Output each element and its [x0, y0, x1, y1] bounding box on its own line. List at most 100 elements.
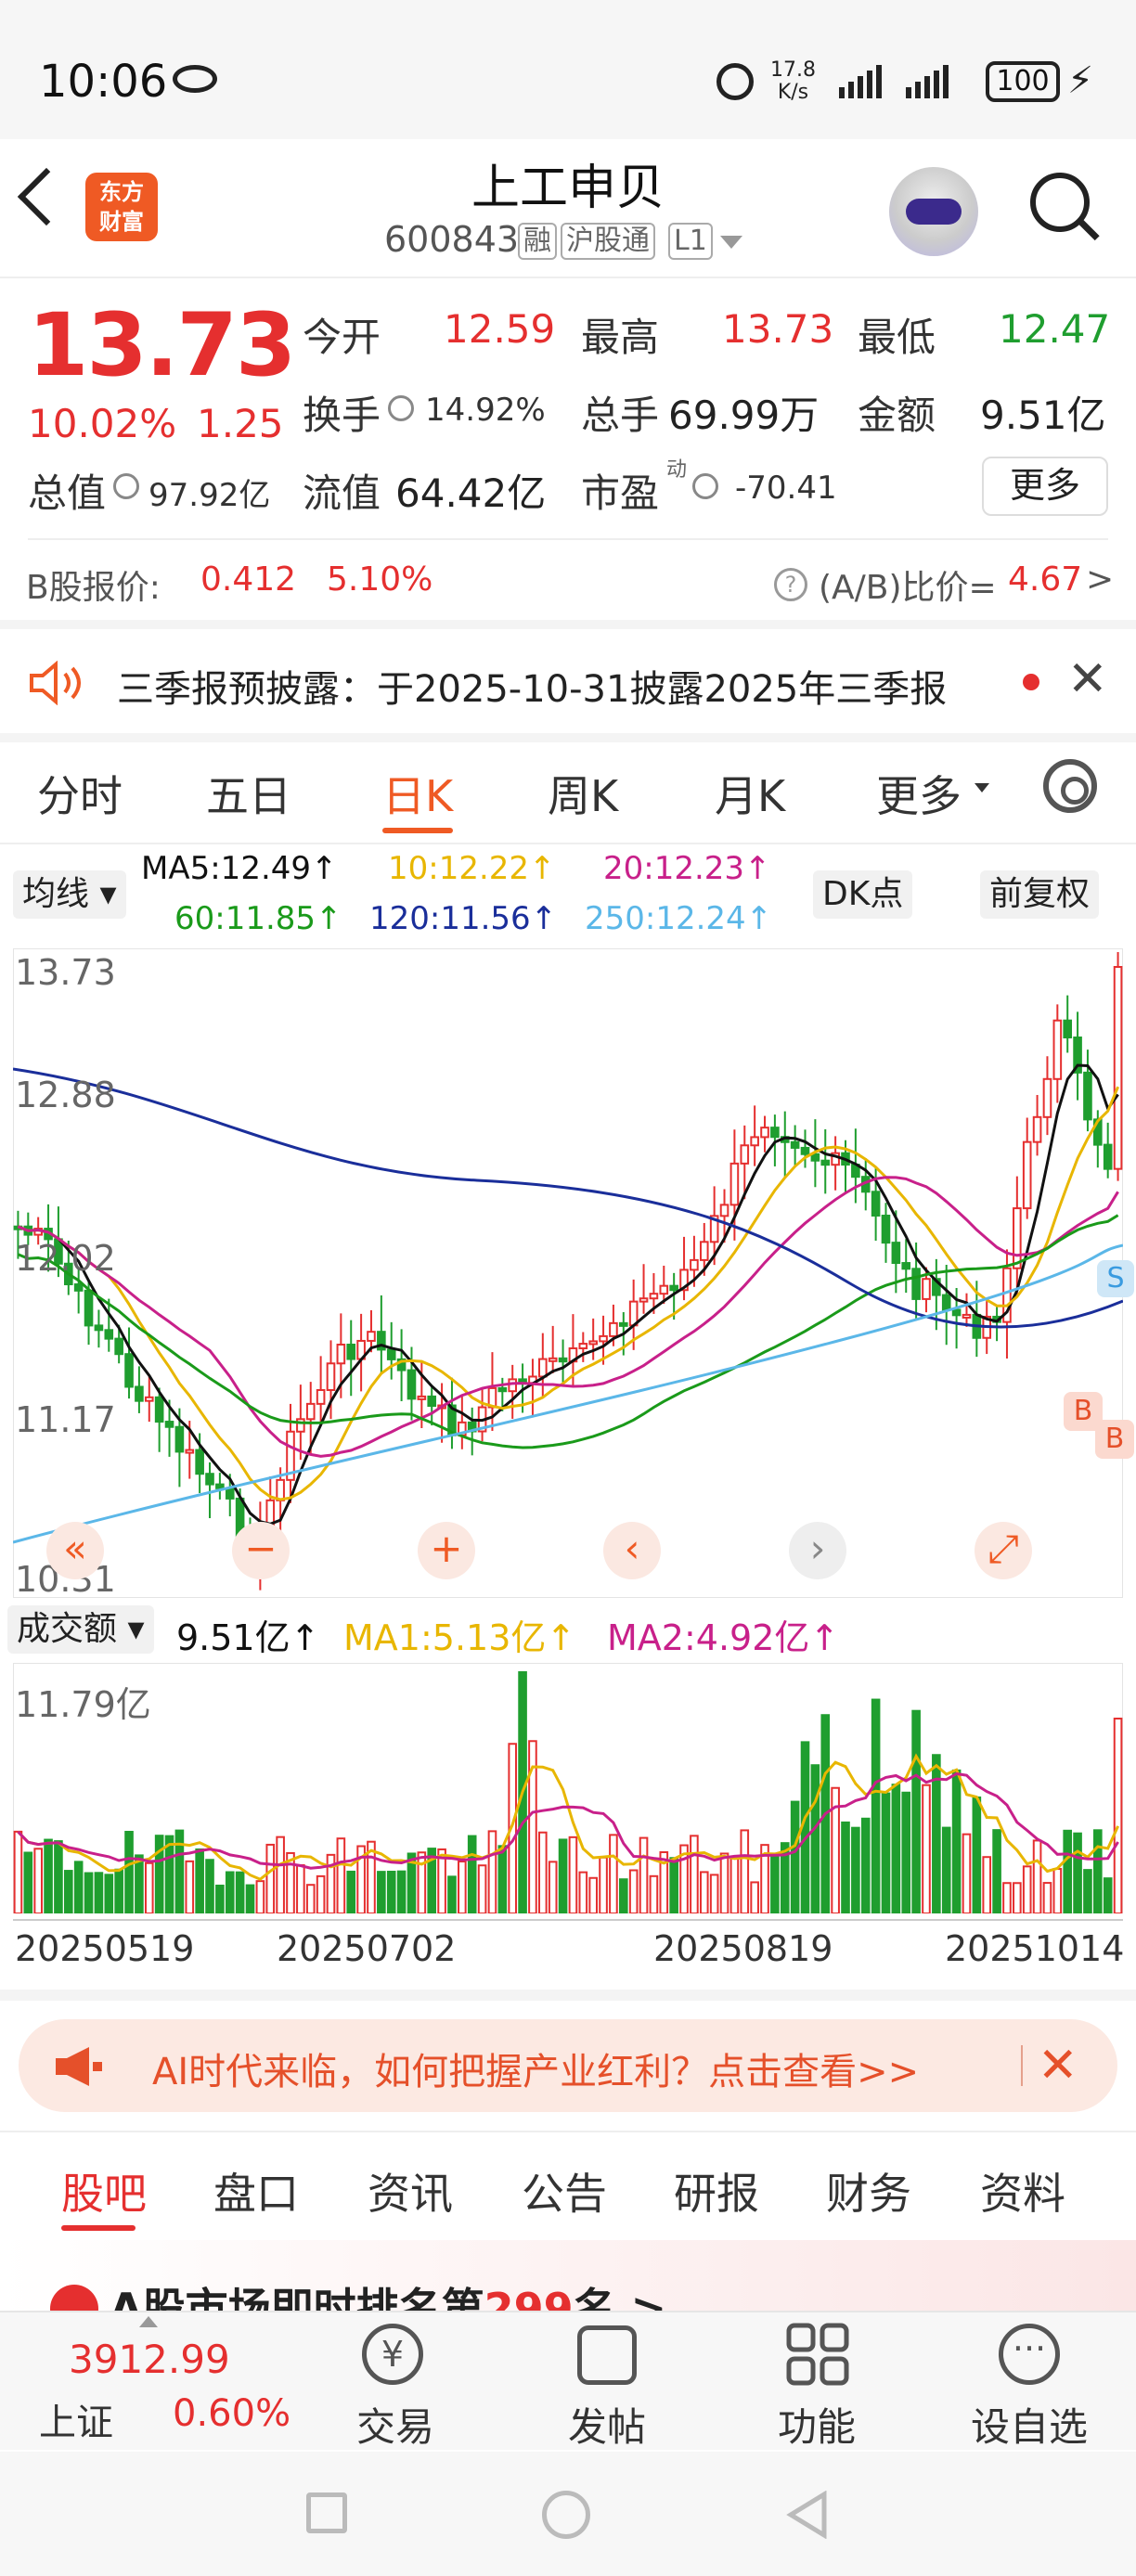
gear-icon[interactable]: [1043, 759, 1097, 813]
scroll-right-button[interactable]: ›: [789, 1522, 846, 1579]
assistant-avatar[interactable]: [889, 167, 978, 256]
open-label: 今开: [303, 315, 381, 360]
adjust-button[interactable]: 前复权: [980, 870, 1100, 919]
index-pct[interactable]: 0.60%: [173, 2392, 290, 2435]
tab-announcements[interactable]: 公告: [522, 2160, 607, 2222]
back-nav-icon[interactable]: [785, 2491, 830, 2539]
pe-value: -70.41: [735, 470, 837, 507]
info-icon[interactable]: [388, 395, 414, 421]
dk-point-button[interactable]: DK点: [813, 870, 913, 919]
edit-icon[interactable]: [577, 2325, 637, 2385]
ma60-value: 60:11.85↑: [174, 900, 342, 937]
nav-add-watchlist[interactable]: 设自选: [971, 2396, 1088, 2453]
pe-dynamic-sup: 动: [666, 458, 688, 482]
candle-body: [740, 1144, 750, 1165]
promo-text[interactable]: AI时代来临，如何把握产业红利？点击查看>>: [152, 2041, 919, 2095]
buy-marker[interactable]: B: [1095, 1420, 1134, 1459]
close-icon[interactable]: ✕: [1038, 2038, 1078, 2093]
volume-ma1: MA1:5.13亿↑: [343, 1617, 576, 1658]
candle-body: [820, 1159, 831, 1166]
sell-marker[interactable]: S: [1097, 1260, 1134, 1297]
candle-body: [94, 1324, 104, 1332]
signal-icon: [839, 65, 949, 98]
volume-bar: [1063, 1829, 1073, 1914]
volume-bar: [185, 1860, 195, 1914]
tab-monthly-k[interactable]: 月K: [715, 763, 785, 824]
caret-up-icon[interactable]: [139, 2316, 158, 2327]
stock-code: 600843: [384, 219, 520, 260]
nav-functions[interactable]: 功能: [778, 2396, 856, 2453]
yen-icon[interactable]: ¥: [362, 2324, 423, 2385]
tab-profile[interactable]: 资料: [980, 2160, 1065, 2222]
volume-bar: [458, 1861, 467, 1915]
volume-bar: [265, 1843, 276, 1914]
tab-news[interactable]: 资讯: [368, 2160, 453, 2222]
tab-5day[interactable]: 五日: [206, 763, 291, 824]
tab-intraday[interactable]: 分时: [37, 763, 123, 824]
volume-label: 总手: [581, 393, 660, 438]
more-quote-button[interactable]: 更多: [982, 457, 1108, 516]
candle-body: [719, 1204, 729, 1217]
tab-forum[interactable]: 股吧: [61, 2160, 147, 2222]
volume-bar: [992, 1829, 1001, 1914]
last-price: 13.73: [28, 295, 296, 396]
notice-text[interactable]: 三季报预披露：于2025-10-31披露2025年三季报: [117, 659, 947, 713]
level-tag: L1: [668, 223, 713, 260]
candle-body: [346, 1343, 356, 1360]
apps-icon[interactable]: [785, 2322, 850, 2387]
kline-chart[interactable]: [13, 948, 1123, 1598]
close-icon[interactable]: ✕: [1067, 651, 1108, 707]
scroll-left-button[interactable]: ‹: [603, 1522, 661, 1579]
dropdown-icon[interactable]: [720, 236, 742, 249]
active-tab-indicator: [61, 2225, 136, 2231]
zoom-out-button[interactable]: −: [232, 1522, 290, 1579]
tab-daily-k[interactable]: 日K: [382, 763, 453, 824]
volume-selector[interactable]: 成交额 ▾: [7, 1605, 154, 1654]
app-logo[interactable]: 东方 财富: [85, 173, 158, 241]
candle-body: [205, 1473, 214, 1486]
volume-bar: [346, 1870, 356, 1914]
info-icon[interactable]: [113, 473, 139, 499]
volume-bar: [1103, 1877, 1113, 1914]
candle-body: [962, 1313, 972, 1319]
index-value[interactable]: 3912.99: [69, 2337, 230, 2382]
fullscreen-button[interactable]: ⤢: [975, 1522, 1032, 1579]
index-name[interactable]: 上证: [39, 2392, 113, 2446]
tab-weekly-k[interactable]: 周K: [548, 763, 618, 824]
volume-bar: [891, 1784, 901, 1914]
volume-chart[interactable]: [12, 1662, 1124, 1915]
divider: [1021, 2045, 1023, 2086]
volume-bar: [750, 1881, 759, 1914]
recents-icon[interactable]: [306, 2492, 347, 2533]
unread-dot: [1023, 674, 1039, 690]
tab-more[interactable]: 更多: [876, 763, 962, 824]
candle-body: [810, 1153, 820, 1162]
info-icon[interactable]: [692, 473, 718, 499]
tab-financials[interactable]: 财务: [826, 2160, 911, 2222]
volume-bar: [851, 1826, 860, 1914]
ma-selector[interactable]: 均线 ▾: [13, 870, 126, 919]
candle-body: [316, 1388, 326, 1405]
volume-bar: [538, 1831, 548, 1914]
chevron-right-icon[interactable]: >: [1086, 560, 1114, 599]
volume-bar: [709, 1874, 719, 1914]
volume-bar: [377, 1871, 386, 1914]
ab-ratio-label: (A/B)比价=: [819, 569, 997, 607]
scroll-left-fast-button[interactable]: «: [46, 1522, 104, 1579]
nav-trade[interactable]: 交易: [356, 2396, 434, 2453]
help-icon[interactable]: ?: [774, 568, 807, 601]
zoom-in-button[interactable]: +: [418, 1522, 475, 1579]
volume-bar: [114, 1868, 123, 1915]
candle-body: [578, 1343, 588, 1350]
nav-post[interactable]: 发帖: [568, 2396, 646, 2453]
volume-bar: [84, 1872, 94, 1915]
more-dots-icon[interactable]: ···: [999, 2324, 1060, 2385]
home-icon[interactable]: [542, 2491, 590, 2539]
tab-research[interactable]: 研报: [674, 2160, 759, 2222]
ma250-value: 250:12.24↑: [585, 900, 773, 937]
battery-icon: 100: [986, 61, 1060, 102]
date-label: 20250819: [653, 1928, 833, 1969]
tab-order-book[interactable]: 盘口: [213, 2160, 299, 2222]
volume-bar: [881, 1792, 891, 1914]
candle-body: [1032, 1115, 1042, 1143]
